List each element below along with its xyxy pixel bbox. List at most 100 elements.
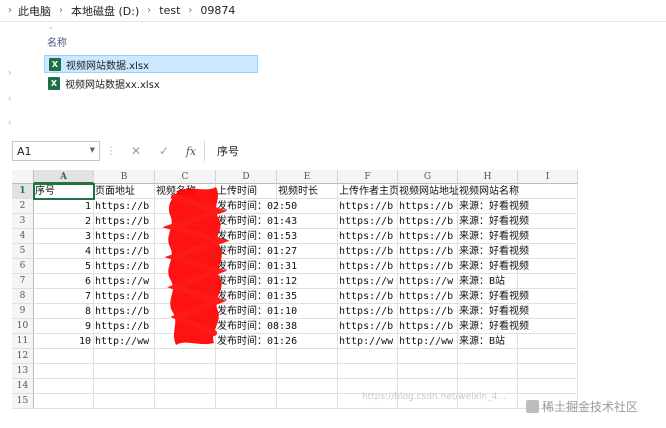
table-cell[interactable]: https://w	[338, 274, 398, 289]
row-header[interactable]: 13	[12, 364, 34, 379]
table-cell[interactable]	[216, 394, 277, 409]
table-cell[interactable]: 2	[34, 214, 94, 229]
chevron-right-icon[interactable]: ›	[147, 5, 151, 16]
row-header[interactable]: 8	[12, 289, 34, 304]
table-cell[interactable]: 9	[34, 319, 94, 334]
column-header-b[interactable]: B	[94, 170, 155, 184]
table-cell[interactable]	[216, 349, 277, 364]
table-cell[interactable]: 5	[34, 259, 94, 274]
table-cell[interactable]	[34, 349, 94, 364]
expand-arrow-icon[interactable]: ›	[8, 95, 14, 103]
table-cell[interactable]: http://ww	[94, 334, 155, 349]
enter-entry-button[interactable]: ✓	[150, 144, 178, 158]
table-cell[interactable]: https://b	[398, 199, 458, 214]
table-cell[interactable]: 来源：好看视频	[458, 319, 529, 334]
table-cell[interactable]	[518, 364, 578, 379]
breadcrumb-item-test[interactable]: test	[159, 4, 180, 17]
table-cell[interactable]	[155, 394, 216, 409]
table-cell[interactable]: 10	[34, 334, 94, 349]
table-cell[interactable]	[94, 364, 155, 379]
table-cell[interactable]	[34, 394, 94, 409]
table-cell[interactable]: https://b	[94, 259, 155, 274]
expand-arrow-icon[interactable]: ›	[8, 119, 14, 127]
insert-function-button[interactable]: fx	[178, 145, 204, 158]
more-icon[interactable]: ⋮	[100, 146, 122, 157]
table-cell[interactable]: 视频时长	[277, 184, 338, 199]
table-cell[interactable]: https://b	[94, 229, 155, 244]
table-cell[interactable]: https://b	[94, 289, 155, 304]
table-cell[interactable]: https://w	[94, 274, 155, 289]
table-cell[interactable]	[518, 274, 578, 289]
column-header-a[interactable]: A	[34, 170, 94, 184]
table-cell[interactable]	[155, 349, 216, 364]
table-cell[interactable]	[34, 364, 94, 379]
formula-input[interactable]: 序号	[204, 141, 662, 161]
table-cell[interactable]: https://b	[398, 289, 458, 304]
expand-arrow-icon[interactable]: ›	[8, 69, 14, 77]
table-cell[interactable]: https://b	[398, 229, 458, 244]
table-cell[interactable]: https://b	[338, 229, 398, 244]
table-cell[interactable]: http://ww	[338, 334, 398, 349]
row-header[interactable]: 11	[12, 334, 34, 349]
table-cell[interactable]	[277, 349, 338, 364]
column-header-f[interactable]: F	[338, 170, 398, 184]
selected-cell-a1[interactable]: 序号	[33, 183, 95, 200]
row-header[interactable]: 4	[12, 229, 34, 244]
table-cell[interactable]: 来源：好看视频	[458, 289, 529, 304]
row-header[interactable]: 5	[12, 244, 34, 259]
table-cell[interactable]: https://b	[94, 199, 155, 214]
column-header-d[interactable]: D	[216, 170, 277, 184]
chevron-right-icon[interactable]: ›	[8, 5, 12, 16]
table-cell[interactable]	[216, 379, 277, 394]
table-cell[interactable]: 来源：好看视频	[458, 304, 529, 319]
table-cell[interactable]: https://b	[398, 259, 458, 274]
table-cell[interactable]	[34, 379, 94, 394]
file-item[interactable]: X 视频网站数据.xlsx	[44, 55, 258, 73]
column-header-name[interactable]: 名称	[47, 34, 67, 49]
table-cell[interactable]: 来源：B站	[458, 274, 518, 289]
table-cell[interactable]: 3	[34, 229, 94, 244]
table-cell[interactable]	[398, 364, 458, 379]
table-cell[interactable]: https://w	[398, 274, 458, 289]
chevron-down-icon[interactable]: ▼	[90, 146, 95, 154]
row-header[interactable]: 15	[12, 394, 34, 409]
table-cell[interactable]	[518, 349, 578, 364]
name-box[interactable]: A1 ▼	[12, 141, 100, 161]
column-header-e[interactable]: E	[277, 170, 338, 184]
table-cell[interactable]: 来源：好看视频	[458, 229, 529, 244]
column-header-g[interactable]: G	[398, 170, 458, 184]
table-cell[interactable]: https://b	[338, 259, 398, 274]
table-cell[interactable]: https://b	[398, 214, 458, 229]
table-cell[interactable]	[277, 379, 338, 394]
row-header[interactable]: 12	[12, 349, 34, 364]
table-cell[interactable]	[277, 394, 338, 409]
table-cell[interactable]: 来源：好看视频	[458, 259, 529, 274]
table-cell[interactable]	[94, 394, 155, 409]
table-cell[interactable]: 来源：B站	[458, 334, 518, 349]
table-cell[interactable]	[155, 379, 216, 394]
table-cell[interactable]: 上传作者主页	[338, 184, 399, 199]
table-cell[interactable]: http://ww	[398, 334, 458, 349]
table-cell[interactable]: 视频网站地址	[398, 184, 459, 199]
table-cell[interactable]	[94, 379, 155, 394]
table-cell[interactable]	[518, 379, 578, 394]
table-cell[interactable]	[277, 364, 338, 379]
table-cell[interactable]: https://b	[338, 214, 398, 229]
column-header-h[interactable]: H	[458, 170, 518, 184]
table-cell[interactable]: https://b	[338, 199, 398, 214]
table-cell[interactable]: 1	[34, 199, 94, 214]
table-cell[interactable]	[518, 184, 578, 199]
breadcrumb-item-this-pc[interactable]: 此电脑	[18, 3, 51, 19]
row-header[interactable]: 6	[12, 259, 34, 274]
table-cell[interactable]: https://b	[398, 304, 458, 319]
table-cell[interactable]: 7	[34, 289, 94, 304]
chevron-right-icon[interactable]: ›	[188, 5, 192, 16]
row-header[interactable]: 2	[12, 199, 34, 214]
row-header[interactable]: 1	[12, 184, 34, 199]
table-cell[interactable]: 6	[34, 274, 94, 289]
table-cell[interactable]	[458, 349, 518, 364]
table-cell[interactable]: https://b	[338, 319, 398, 334]
table-cell[interactable]	[338, 364, 398, 379]
table-cell[interactable]	[338, 349, 398, 364]
table-cell[interactable]	[518, 334, 578, 349]
